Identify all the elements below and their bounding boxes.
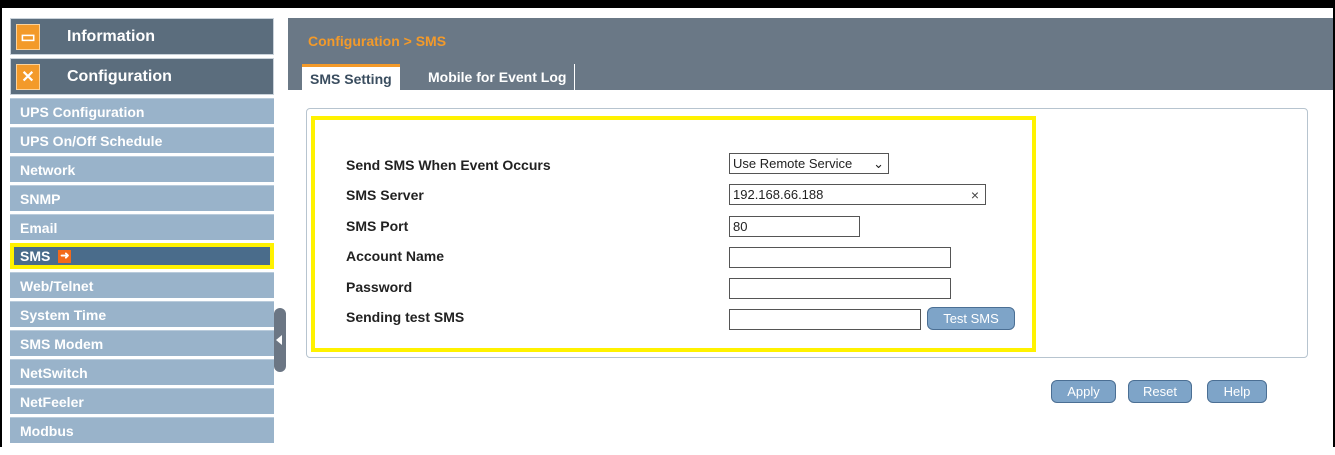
header-bar: Configuration > SMS SMS Setting Mobile f… — [288, 18, 1333, 90]
help-button[interactable]: Help — [1207, 380, 1267, 403]
sidebar-item-label: SMS Modem — [20, 335, 104, 352]
sms-port-value: 80 — [733, 219, 748, 234]
sidebar-item-label: SMS — [20, 248, 51, 264]
tab-sms-setting[interactable]: SMS Setting — [302, 64, 400, 90]
sidebar-item-label: Web/Telnet — [20, 277, 94, 294]
sidebar-item-label: UPS Configuration — [20, 103, 145, 120]
send-sms-label: Send SMS When Event Occurs — [346, 157, 551, 173]
sidebar-section-information[interactable]: ▭ Information — [10, 18, 274, 55]
password-label: Password — [346, 279, 413, 295]
send-sms-select[interactable]: Use Remote Service ⌄ — [729, 153, 889, 174]
sidebar-item-label: Modbus — [20, 422, 74, 439]
sms-port-input[interactable]: 80 — [729, 216, 860, 237]
sidebar-item-label: NetFeeler — [20, 393, 84, 410]
chevron-down-icon: ⌄ — [873, 155, 884, 171]
sidebar-item-snmp[interactable]: SNMP — [10, 185, 274, 211]
sidebar-item-ups-configuration[interactable]: UPS Configuration — [10, 98, 274, 124]
active-arrow-icon: ➜ — [58, 249, 72, 263]
sidebar-item-label: UPS On/Off Schedule — [20, 132, 163, 149]
sidebar-item-label: Email — [20, 219, 58, 236]
main-panel: Configuration > SMS SMS Setting Mobile f… — [288, 18, 1333, 455]
account-name-label: Account Name — [346, 248, 445, 264]
sidebar: ▭ Information ✕ Configuration UPS Config… — [10, 18, 274, 455]
sidebar-item-netswitch[interactable]: NetSwitch — [10, 359, 274, 385]
sidebar-section-configuration[interactable]: ✕ Configuration — [10, 58, 274, 95]
tools-icon: ✕ — [16, 63, 40, 90]
sidebar-item-sms[interactable]: SMS ➜ — [10, 243, 274, 269]
sidebar-item-label: System Time — [20, 306, 107, 323]
sidebar-item-modbus[interactable]: Modbus — [10, 417, 274, 443]
sidebar-item-system-time[interactable]: System Time — [10, 301, 274, 327]
sidebar-item-network[interactable]: Network — [10, 156, 274, 182]
apply-button[interactable]: Apply — [1051, 380, 1116, 403]
sidebar-item-label: SNMP — [20, 190, 61, 207]
account-name-input[interactable] — [729, 247, 951, 268]
sidebar-item-sms-modem[interactable]: SMS Modem — [10, 330, 274, 356]
clear-icon[interactable]: × — [971, 187, 985, 203]
app-window: ▭ Information ✕ Configuration UPS Config… — [0, 0, 1335, 455]
sidebar-item-email[interactable]: Email — [10, 214, 274, 240]
send-sms-value: Use Remote Service — [733, 156, 853, 171]
test-sms-button[interactable]: Test SMS — [927, 307, 1015, 330]
test-sms-input[interactable] — [729, 309, 921, 330]
sidebar-item-label: Network — [20, 161, 76, 178]
information-label: Information — [67, 27, 155, 45]
sidebar-item-ups-schedule[interactable]: UPS On/Off Schedule — [10, 127, 274, 153]
sms-port-label: SMS Port — [346, 218, 409, 234]
sidebar-collapse-handle[interactable] — [274, 308, 286, 372]
breadcrumb: Configuration > SMS — [308, 33, 447, 49]
sms-server-input[interactable]: 192.168.66.188 × — [729, 184, 986, 205]
test-sms-label: Sending test SMS — [346, 309, 465, 325]
tab-mobile-event-log[interactable]: Mobile for Event Log — [420, 64, 576, 90]
sidebar-item-label: NetSwitch — [20, 364, 88, 381]
highlight-box: Send SMS When Event Occurs Use Remote Se… — [311, 116, 1036, 352]
reset-button[interactable]: Reset — [1128, 380, 1192, 403]
monitor-icon: ▭ — [16, 23, 40, 50]
password-input[interactable] — [729, 278, 951, 299]
sms-server-value: 192.168.66.188 — [733, 187, 824, 202]
sms-server-label: SMS Server — [346, 187, 424, 203]
configuration-label: Configuration — [67, 67, 172, 85]
sidebar-item-netfeeler[interactable]: NetFeeler — [10, 388, 274, 414]
sidebar-item-web-telnet[interactable]: Web/Telnet — [10, 272, 274, 298]
